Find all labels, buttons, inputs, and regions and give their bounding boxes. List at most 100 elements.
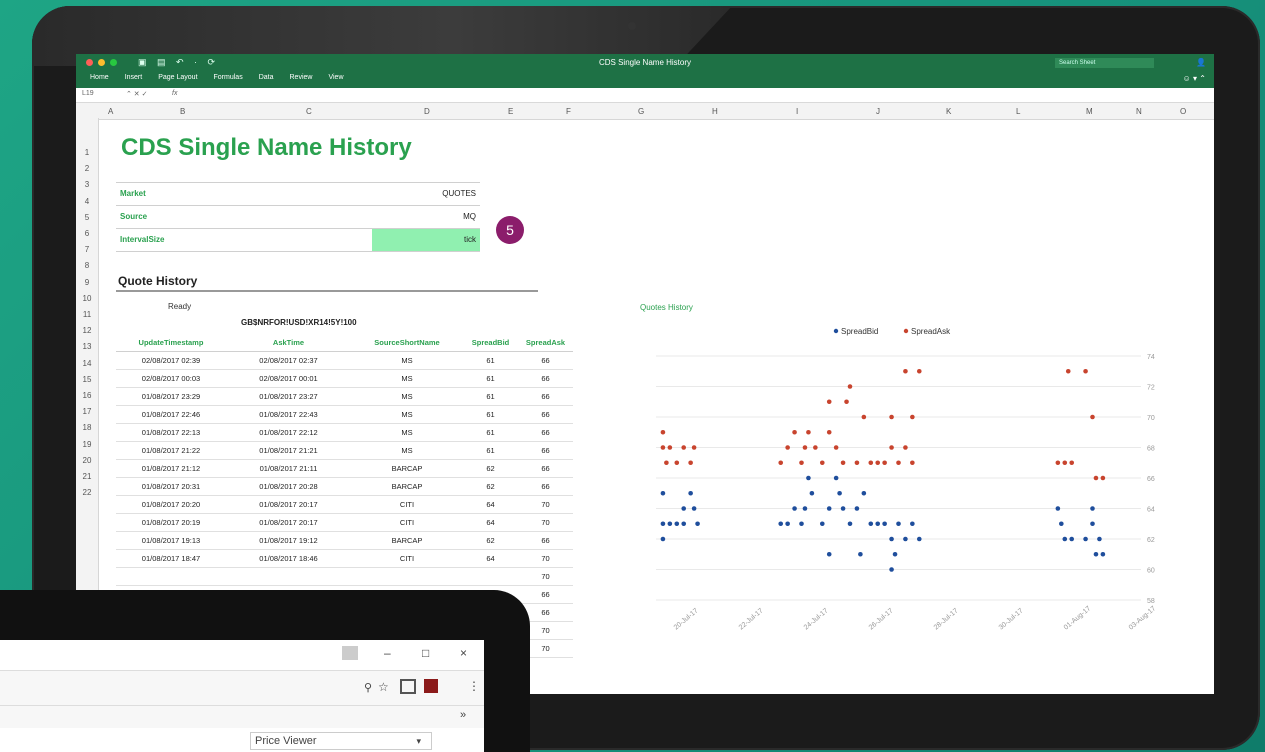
table-row[interactable]: 01/08/2017 19:13 01/08/2017 19:12 BARCAP 62…: [116, 531, 573, 550]
profile-icon[interactable]: [342, 646, 358, 660]
data-point-spreadbid: [785, 521, 790, 527]
param-market[interactable]: Market QUOTES: [116, 182, 480, 205]
table-row[interactable]: 70: [116, 567, 573, 586]
pin-icon[interactable]: ⚲: [364, 681, 372, 694]
row-header[interactable]: 5: [76, 213, 98, 222]
param-label: Source: [120, 212, 148, 221]
data-point-spreadbid: [1090, 521, 1095, 527]
column-header[interactable]: D: [424, 107, 430, 116]
table-cell: MS: [351, 387, 463, 406]
row-header[interactable]: 8: [76, 261, 98, 270]
formula-controls[interactable]: ⌃ ✕ ✓: [126, 90, 148, 98]
ribbon-tab-formulas[interactable]: Formulas: [214, 74, 243, 81]
column-header[interactable]: M: [1086, 107, 1093, 116]
table-header[interactable]: UpdateTimestamp: [116, 334, 226, 352]
search-input[interactable]: Search Sheet: [1055, 58, 1154, 68]
data-point-spreadask: [910, 414, 915, 420]
param-source[interactable]: Source MQ: [116, 205, 480, 228]
table-row[interactable]: 02/08/2017 02:39 02/08/2017 02:37 MS 61 66: [116, 351, 573, 370]
column-header[interactable]: F: [566, 107, 571, 116]
row-header[interactable]: 3: [76, 180, 98, 189]
data-point-spreadask: [664, 460, 669, 466]
fx-icon[interactable]: fx: [172, 90, 177, 97]
column-header[interactable]: H: [712, 107, 718, 116]
y-tick-label: 62: [1147, 537, 1155, 544]
table-row[interactable]: 01/08/2017 23:29 01/08/2017 23:27 MS 61 66: [116, 387, 573, 406]
table-header[interactable]: SourceShortName: [351, 334, 463, 352]
row-header[interactable]: 12: [76, 326, 98, 335]
table-row[interactable]: 01/08/2017 22:13 01/08/2017 22:12 MS 61 66: [116, 423, 573, 442]
column-header[interactable]: E: [508, 107, 513, 116]
table-row[interactable]: 01/08/2017 21:12 01/08/2017 21:11 BARCAP 62…: [116, 459, 573, 478]
column-header[interactable]: L: [1016, 107, 1020, 116]
data-point-spreadask: [1093, 475, 1099, 481]
ribbon-tab-home[interactable]: Home: [90, 74, 109, 81]
row-header[interactable]: 4: [76, 197, 98, 206]
row-header[interactable]: 11: [76, 310, 98, 319]
table-row[interactable]: 01/08/2017 18:47 01/08/2017 18:46 CITI 64 70: [116, 549, 573, 568]
column-header[interactable]: A: [108, 107, 113, 116]
ribbon-tab-page-layout[interactable]: Page Layout: [158, 74, 197, 81]
ribbon-options-icon[interactable]: ☺ ▾ ⌃: [1183, 74, 1206, 83]
column-header[interactable]: G: [638, 107, 644, 116]
table-row[interactable]: 01/08/2017 21:22 01/08/2017 21:21 MS 61 66: [116, 441, 573, 460]
ribbon-tab-insert[interactable]: Insert: [125, 74, 143, 81]
table-row[interactable]: 02/08/2017 00:03 02/08/2017 00:01 MS 61 66: [116, 369, 573, 388]
ribbon-tab-review[interactable]: Review: [290, 74, 313, 81]
row-header[interactable]: 1: [76, 148, 98, 157]
data-point-spreadask: [802, 445, 808, 450]
table-header[interactable]: SpreadAsk: [518, 334, 573, 352]
ribbon-tab-view[interactable]: View: [328, 74, 343, 81]
step-badge: 5: [496, 216, 524, 244]
row-header[interactable]: 10: [76, 294, 98, 303]
column-header[interactable]: K: [946, 107, 951, 116]
price-viewer-dropdown[interactable]: Price Viewer ▾: [250, 732, 432, 750]
ribbon-tab-data[interactable]: Data: [259, 74, 274, 81]
column-header[interactable]: B: [180, 107, 185, 116]
close-button[interactable]: ×: [460, 646, 467, 660]
table-row[interactable]: 01/08/2017 22:46 01/08/2017 22:43 MS 61 66: [116, 405, 573, 424]
row-header[interactable]: 21: [76, 472, 98, 481]
row-header[interactable]: 9: [76, 278, 98, 287]
row-header[interactable]: 20: [76, 456, 98, 465]
row-header[interactable]: 2: [76, 164, 98, 173]
row-header[interactable]: 18: [76, 423, 98, 432]
row-header[interactable]: 6: [76, 229, 98, 238]
pdf-icon[interactable]: [424, 679, 438, 693]
column-header[interactable]: J: [876, 107, 880, 116]
table-row[interactable]: 01/08/2017 20:19 01/08/2017 20:17 CITI 64 70: [116, 513, 573, 532]
row-header[interactable]: 7: [76, 245, 98, 254]
table-cell: 62: [463, 531, 518, 550]
column-header[interactable]: C: [306, 107, 312, 116]
column-header[interactable]: I: [796, 107, 798, 116]
row-header[interactable]: 17: [76, 407, 98, 416]
row-header[interactable]: 19: [76, 440, 98, 449]
bookmarks-chevron-icon[interactable]: »: [460, 709, 466, 721]
row-header[interactable]: 22: [76, 488, 98, 497]
data-point-spreadbid: [826, 506, 832, 511]
param-interval[interactable]: IntervalSize tick: [116, 228, 480, 252]
column-header[interactable]: O: [1180, 107, 1186, 116]
minimize-button[interactable]: –: [384, 646, 391, 660]
maximize-button[interactable]: □: [422, 646, 429, 660]
row-header[interactable]: 13: [76, 342, 98, 351]
share-icon[interactable]: 👤: [1196, 58, 1206, 67]
table-header[interactable]: AskTime: [226, 334, 351, 352]
menu-icon[interactable]: ⋮: [468, 679, 480, 693]
table-cell: 01/08/2017 22:46: [116, 405, 226, 424]
data-point-spreadask: [778, 460, 784, 466]
table-row[interactable]: 01/08/2017 20:31 01/08/2017 20:28 BARCAP 62…: [116, 477, 573, 496]
table-header[interactable]: SpreadBid: [463, 334, 518, 352]
row-header[interactable]: 14: [76, 359, 98, 368]
cast-icon[interactable]: [400, 679, 416, 694]
table-cell: 66: [518, 351, 573, 370]
star-icon[interactable]: ☆: [378, 680, 389, 694]
row-header[interactable]: 15: [76, 375, 98, 384]
data-point-spreadbid: [1100, 551, 1106, 557]
table-row[interactable]: 01/08/2017 20:20 01/08/2017 20:17 CITI 64 70: [116, 495, 573, 514]
row-header[interactable]: 16: [76, 391, 98, 400]
name-box[interactable]: L19: [82, 90, 94, 97]
data-point-spreadask: [903, 368, 908, 374]
column-header[interactable]: N: [1136, 107, 1142, 116]
data-point-spreadask: [681, 445, 687, 450]
